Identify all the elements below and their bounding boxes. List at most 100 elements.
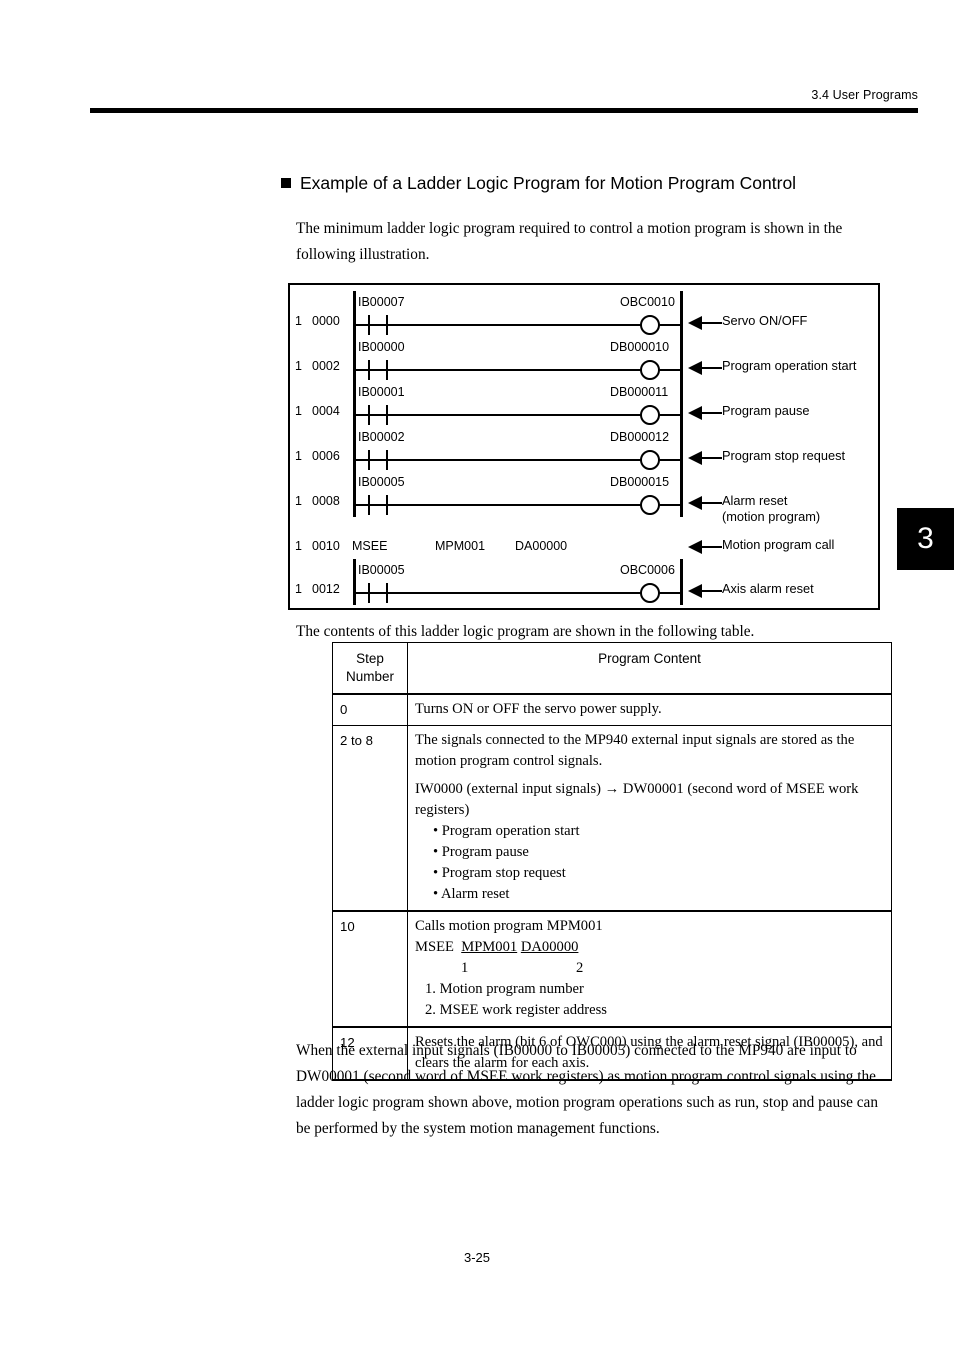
ladder-rung: 1 0000 IB00007 OBC0010 Servo ON/OFF	[290, 291, 882, 337]
rung-wire	[356, 414, 680, 416]
numbered-note: 1. Motion program number	[425, 981, 584, 997]
ladder-rung: 1 0004 IB00001 DB000011 Program pause	[290, 381, 882, 427]
rung-input-operand: IB00007	[358, 295, 405, 309]
content-line: Calls motion program MPM001	[415, 918, 603, 934]
left-power-rail	[353, 471, 356, 517]
content-line: The signals connected to the MP940 exter…	[415, 732, 855, 769]
header-rule	[90, 108, 918, 113]
right-power-rail	[680, 291, 683, 337]
rung-annotation-text: Servo ON/OFF	[722, 313, 808, 328]
rung-network-number: 1	[295, 314, 302, 328]
ladder-rung: 1 0012 IB00005 OBC0006 Axis alarm reset	[290, 559, 882, 605]
rung-annotation: Program stop request	[688, 448, 845, 465]
left-power-rail	[353, 426, 356, 472]
left-power-rail	[353, 291, 356, 337]
rung-annotation-text: Alarm reset (motion program)	[722, 493, 820, 524]
table-row: 2 to 8 The signals connected to the MP94…	[332, 725, 892, 912]
output-coil-icon	[640, 315, 660, 335]
msee-register-argument: DA00000	[515, 539, 568, 553]
left-power-rail	[353, 559, 356, 605]
cell-program-content: Calls motion program MPM001 MSEE MPM001 …	[407, 910, 892, 1028]
column-header-step-number: Step Number	[332, 642, 408, 695]
rung-annotation: Program pause	[688, 403, 810, 420]
rung-step-number: 0012	[312, 582, 340, 596]
rung-annotation: Program operation start	[688, 358, 856, 375]
rung-output-operand: OBC0010	[620, 295, 675, 309]
rung-wire	[356, 459, 680, 461]
rung-output-operand: OBC0006	[620, 563, 675, 577]
cell-program-content: The signals connected to the MP940 exter…	[407, 725, 892, 912]
column-header-step-line1: Step	[356, 651, 384, 666]
rung-step-number: 0006	[312, 449, 340, 463]
arrow-left-icon	[688, 451, 722, 465]
ladder-rung: 1 0008 IB00005 DB000015 Alarm reset (moti…	[290, 471, 882, 524]
rung-network-number: 1	[295, 539, 302, 553]
page-number: 3-25	[463, 1250, 491, 1265]
rung-annotation: Servo ON/OFF	[688, 313, 807, 330]
program-content-table: Step Number Program Content 0 Turns ON o…	[332, 642, 892, 1081]
ladder-rung: 1 0006 IB00002 DB000012 Program stop req…	[290, 426, 882, 472]
normally-open-contact-icon	[368, 450, 388, 470]
bullet-item: • Program stop request	[433, 865, 566, 881]
bullet-item: • Program operation start	[433, 823, 580, 839]
arrow-left-icon	[688, 496, 722, 510]
right-power-rail	[680, 559, 683, 605]
column-header-step-line2: Number	[345, 669, 394, 684]
msee-syntax-markers: 1 2	[461, 960, 636, 976]
right-power-rail	[680, 336, 683, 382]
rung-network-number: 1	[295, 404, 302, 418]
cell-step-number: 2 to 8	[332, 725, 408, 912]
ladder-diagram: 1 0000 IB00007 OBC0010 Servo ON/OFF 1 00…	[288, 283, 880, 610]
output-coil-icon	[640, 583, 660, 603]
rung-step-number: 0000	[312, 314, 340, 328]
column-header-program-content: Program Content	[407, 642, 892, 695]
rung-output-operand: DB000011	[610, 385, 669, 399]
rung-input-operand: IB00001	[358, 385, 405, 399]
table-row: 10 Calls motion program MPM001 MSEE MPM0…	[332, 910, 892, 1028]
table-row: 0 Turns ON or OFF the servo power supply…	[332, 693, 892, 726]
right-power-rail	[680, 471, 683, 517]
rung-annotation-text: Program pause	[722, 403, 810, 418]
closing-paragraph: When the external input signals (IB00000…	[296, 1042, 878, 1137]
rung-output-operand: DB000015	[610, 475, 670, 489]
rung-input-operand: IB00000	[358, 340, 405, 354]
numbered-note: 2. MSEE work register address	[425, 1002, 607, 1018]
rung-wire	[356, 324, 680, 326]
msee-syntax-line: MSEE MPM001 DA00000	[415, 937, 884, 958]
rung-annotation-line1: Alarm reset	[722, 493, 788, 508]
rung-network-number: 1	[295, 359, 302, 373]
normally-open-contact-icon	[368, 315, 388, 335]
arrow-left-icon	[688, 361, 722, 375]
rung-annotation: Axis alarm reset	[688, 581, 814, 598]
rung-output-operand: DB000012	[610, 430, 670, 444]
intro-paragraph: The minimum ladder logic program require…	[296, 220, 843, 263]
rung-annotation: Alarm reset (motion program)	[688, 493, 820, 524]
rung-network-number: 1	[295, 449, 302, 463]
normally-open-contact-icon	[368, 583, 388, 603]
output-coil-icon	[640, 495, 660, 515]
rung-annotation-line2: (motion program)	[722, 508, 821, 524]
right-power-rail	[680, 381, 683, 427]
square-bullet-icon	[281, 178, 291, 188]
bullet-item: • Program pause	[433, 844, 529, 860]
msee-syntax-arg1: MPM001	[461, 939, 518, 955]
left-power-rail	[353, 336, 356, 382]
normally-open-contact-icon	[368, 495, 388, 515]
table-header-row: Step Number Program Content	[332, 642, 892, 695]
ladder-rung: 1 0002 IB00000 DB000010 Program operatio…	[290, 336, 882, 382]
chapter-tab: 3	[897, 508, 954, 570]
rung-annotation: Motion program call	[688, 537, 834, 554]
rung-step-number: 0010	[312, 539, 340, 553]
arrow-left-icon	[688, 584, 722, 598]
rung-step-number: 0002	[312, 359, 340, 373]
msee-instruction: MSEE	[352, 539, 388, 553]
page-header: 3.4 User Programs	[90, 86, 918, 104]
right-power-rail	[680, 426, 683, 472]
rung-network-number: 1	[295, 582, 302, 596]
arrow-left-icon	[688, 406, 722, 420]
output-coil-icon	[640, 405, 660, 425]
rung-step-number: 0004	[312, 404, 340, 418]
rung-wire	[356, 369, 680, 371]
section-heading-text: Example of a Ladder Logic Program for Mo…	[300, 173, 797, 193]
msee-program-argument: MPM001	[435, 539, 486, 553]
